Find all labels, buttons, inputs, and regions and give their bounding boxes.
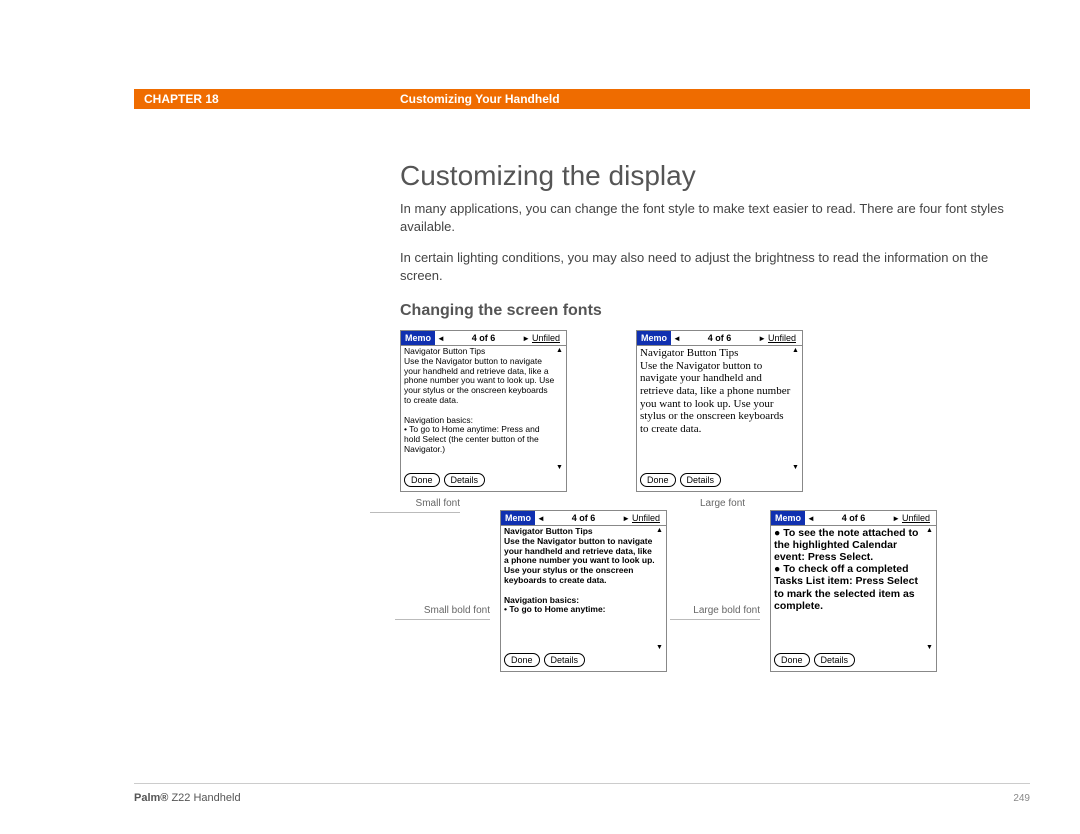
memo-titlebar: Memo ◄ 4 of 6 ► Unfiled: [637, 331, 802, 345]
caption-large-bold: Large bold font: [670, 605, 760, 620]
done-button[interactable]: Done: [504, 653, 540, 667]
caption-large: Large font: [700, 498, 790, 509]
figure-group: Memo ◄ 4 of 6 ► Unfiled Navigator Button…: [400, 330, 1030, 710]
app-name: Memo: [637, 331, 671, 345]
app-name: Memo: [501, 511, 535, 525]
memo-body-small: Navigator Button Tips Use the Navigator …: [401, 345, 566, 471]
chapter-title: Customizing Your Handheld: [400, 92, 560, 106]
category-selector[interactable]: Unfiled: [902, 513, 936, 523]
record-counter: 4 of 6: [447, 333, 520, 343]
scroll-up-icon[interactable]: ▲: [926, 527, 934, 534]
category-selector[interactable]: Unfiled: [768, 333, 802, 343]
record-counter: 4 of 6: [817, 513, 890, 523]
caption-small: Small font: [370, 498, 460, 513]
footer-rule: [134, 783, 1030, 784]
scroll-down-icon[interactable]: ▼: [792, 464, 800, 471]
done-button[interactable]: Done: [774, 653, 810, 667]
intro-paragraph-1: In many applications, you can change the…: [400, 200, 1030, 235]
main-content: Customizing the display In many applicat…: [400, 160, 1030, 710]
done-button[interactable]: Done: [640, 473, 676, 487]
category-selector[interactable]: Unfiled: [532, 333, 566, 343]
chapter-number: CHAPTER 18: [134, 92, 400, 106]
scroll-down-icon[interactable]: ▼: [926, 644, 934, 651]
memo-body-large-bold: ● To see the note attached to the highli…: [771, 525, 936, 651]
record-counter: 4 of 6: [683, 333, 756, 343]
memo-window-small-bold: Memo ◄ 4 of 6 ► Unfiled Navigator Button…: [500, 510, 667, 672]
memo-window-large: Memo ◄ 4 of 6 ► Unfiled Navigator Button…: [636, 330, 803, 492]
footer-product-rest: Z22 Handheld: [168, 792, 240, 804]
memo-titlebar: Memo ◄ 4 of 6 ► Unfiled: [401, 331, 566, 345]
memo-titlebar: Memo ◄ 4 of 6 ► Unfiled: [501, 511, 666, 525]
details-button[interactable]: Details: [444, 473, 486, 487]
scroll-down-icon[interactable]: ▼: [656, 644, 664, 651]
memo-titlebar: Memo ◄ 4 of 6 ► Unfiled: [771, 511, 936, 525]
footer-page-number: 249: [1013, 793, 1030, 804]
next-icon[interactable]: ►: [520, 334, 532, 343]
prev-icon[interactable]: ◄: [435, 334, 447, 343]
prev-icon[interactable]: ◄: [805, 514, 817, 523]
category-selector[interactable]: Unfiled: [632, 513, 666, 523]
app-name: Memo: [401, 331, 435, 345]
details-button[interactable]: Details: [814, 653, 856, 667]
app-name: Memo: [771, 511, 805, 525]
details-button[interactable]: Details: [680, 473, 722, 487]
memo-body-small-bold: Navigator Button Tips Use the Navigator …: [501, 525, 666, 651]
record-counter: 4 of 6: [547, 513, 620, 523]
intro-paragraph-2: In certain lighting conditions, you may …: [400, 249, 1030, 284]
prev-icon[interactable]: ◄: [671, 334, 683, 343]
next-icon[interactable]: ►: [620, 514, 632, 523]
memo-window-large-bold: Memo ◄ 4 of 6 ► Unfiled ● To see the not…: [770, 510, 937, 672]
scroll-up-icon[interactable]: ▲: [656, 527, 664, 534]
caption-small-bold: Small bold font: [395, 605, 490, 620]
details-button[interactable]: Details: [544, 653, 586, 667]
memo-window-small: Memo ◄ 4 of 6 ► Unfiled Navigator Button…: [400, 330, 567, 492]
scroll-up-icon[interactable]: ▲: [792, 347, 800, 354]
done-button[interactable]: Done: [404, 473, 440, 487]
next-icon[interactable]: ►: [890, 514, 902, 523]
footer-product-bold: Palm®: [134, 792, 168, 804]
scroll-down-icon[interactable]: ▼: [556, 464, 564, 471]
scroll-up-icon[interactable]: ▲: [556, 347, 564, 354]
prev-icon[interactable]: ◄: [535, 514, 547, 523]
memo-body-large: Navigator Button Tips Use the Navigator …: [637, 345, 802, 471]
subsection-title: Changing the screen fonts: [400, 302, 1030, 320]
chapter-header: CHAPTER 18 Customizing Your Handheld: [134, 89, 1030, 109]
next-icon[interactable]: ►: [756, 334, 768, 343]
footer-product: Palm® Z22 Handheld: [134, 792, 241, 804]
section-title: Customizing the display: [400, 160, 1030, 192]
